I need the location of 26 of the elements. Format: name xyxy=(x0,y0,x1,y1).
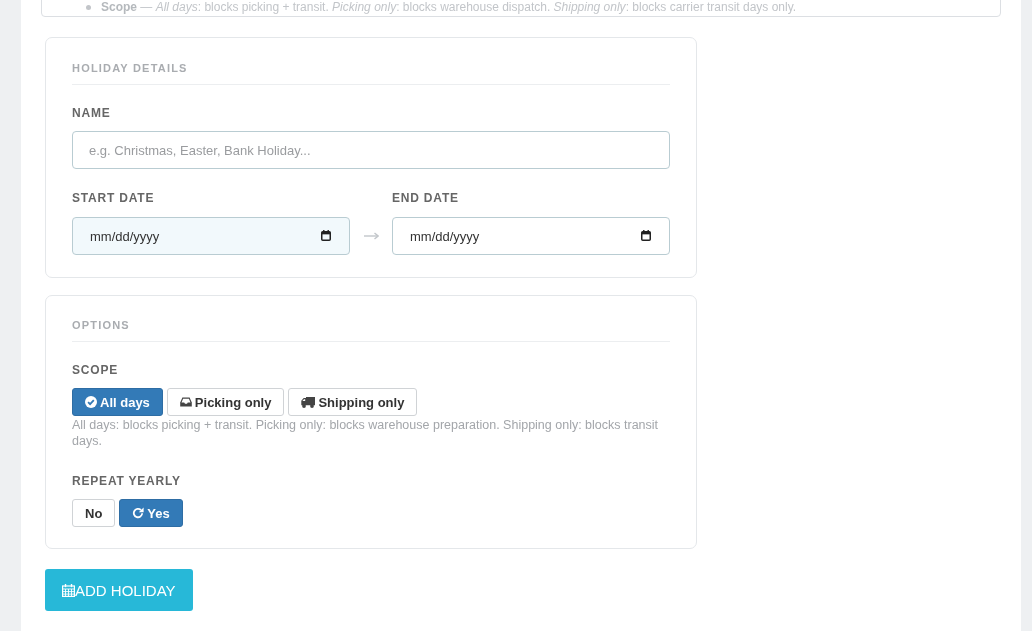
bullet-icon xyxy=(86,5,91,10)
section-title: HOLIDAY DETAILS xyxy=(72,61,188,76)
scope-option[interactable]: Shipping only xyxy=(288,388,418,416)
calendar-icon xyxy=(62,583,75,597)
field-label: NAME xyxy=(72,106,111,120)
calendar-icon xyxy=(641,230,651,241)
check-circle-icon xyxy=(85,396,97,408)
calendar-icon xyxy=(321,230,331,241)
scope-option[interactable]: All days xyxy=(72,388,163,416)
field-label: SCOPE xyxy=(72,363,118,377)
refresh-icon xyxy=(132,507,145,519)
field-label: REPEAT YEARLY xyxy=(72,474,181,488)
section-title: OPTIONS xyxy=(72,318,130,333)
scope-option[interactable]: Picking only xyxy=(166,388,285,416)
repeat-option[interactable]: Yes xyxy=(119,499,183,527)
name-input[interactable]: e.g. Christmas, Easter, Bank Holiday... xyxy=(72,131,670,169)
start-date-field[interactable]: mm/dd/yyyy xyxy=(72,217,350,255)
field-label: START DATE xyxy=(72,190,155,206)
repeat-option[interactable]: No xyxy=(72,499,116,527)
truck-icon xyxy=(301,396,316,408)
help-text: All days: blocks picking + transit. Picking only: blocks warehouse preparation. Shipping only: blocks transit days. xyxy=(72,417,660,449)
arrow-icon xyxy=(363,232,379,240)
field-label: END DATE xyxy=(392,190,459,206)
end-date-field[interactable]: mm/dd/yyyy xyxy=(392,217,670,255)
inbox-icon xyxy=(179,397,192,407)
note-text: Scope — All days: blocks picking + transit. Picking only: blocks warehouse dispatch. Shipping only: blocks carrier transit days only. xyxy=(101,0,797,15)
